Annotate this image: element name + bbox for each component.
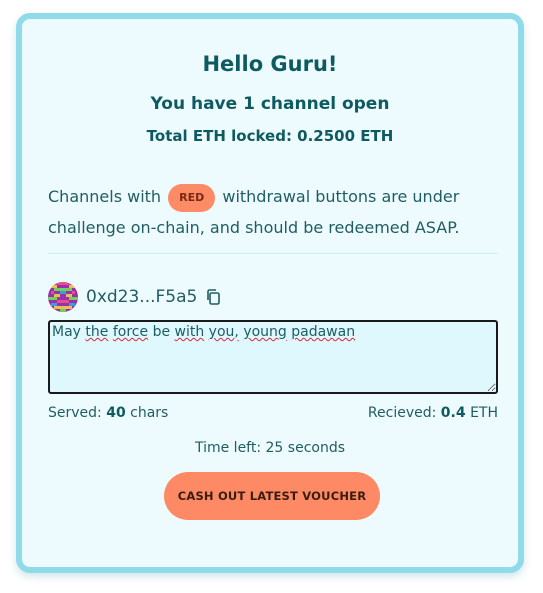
received-label: Recieved: <box>367 405 437 421</box>
channel-stats: Served: 40 chars Recieved: 0.4 ETH <box>48 405 498 421</box>
served-value: 40 <box>106 405 126 421</box>
total-eth-locked: Total ETH locked: 0.2500 ETH <box>146 127 394 145</box>
received-stat: Recieved: 0.4 ETH <box>368 405 498 421</box>
message-textarea[interactable] <box>48 320 498 394</box>
challenge-notice: Channels with RED withdrawal buttons are… <box>48 181 498 243</box>
served-stat: Served: 40 chars <box>48 405 168 421</box>
greeting-title: Hello Guru! <box>202 52 338 76</box>
served-label: Served: <box>48 405 102 421</box>
notice-text-before: Channels with <box>48 187 167 206</box>
copy-icon[interactable] <box>205 288 221 306</box>
channel-card: Hello Guru! You have 1 channel open Tota… <box>16 13 524 573</box>
served-unit: chars <box>130 405 169 421</box>
received-value: 0.4 <box>440 405 466 421</box>
cash-out-voucher-button[interactable]: CASH OUT LATEST VOUCHER <box>164 472 380 520</box>
channel-header: 0xd23...F5a5 <box>48 282 221 312</box>
avatar <box>48 282 78 312</box>
divider <box>48 253 498 254</box>
received-unit: ETH <box>470 405 498 421</box>
channels-open-text: You have 1 channel open <box>150 94 390 114</box>
channel-address: 0xd23...F5a5 <box>86 287 198 307</box>
red-badge: RED <box>168 183 216 212</box>
time-left: Time left: 25 seconds <box>194 440 346 456</box>
